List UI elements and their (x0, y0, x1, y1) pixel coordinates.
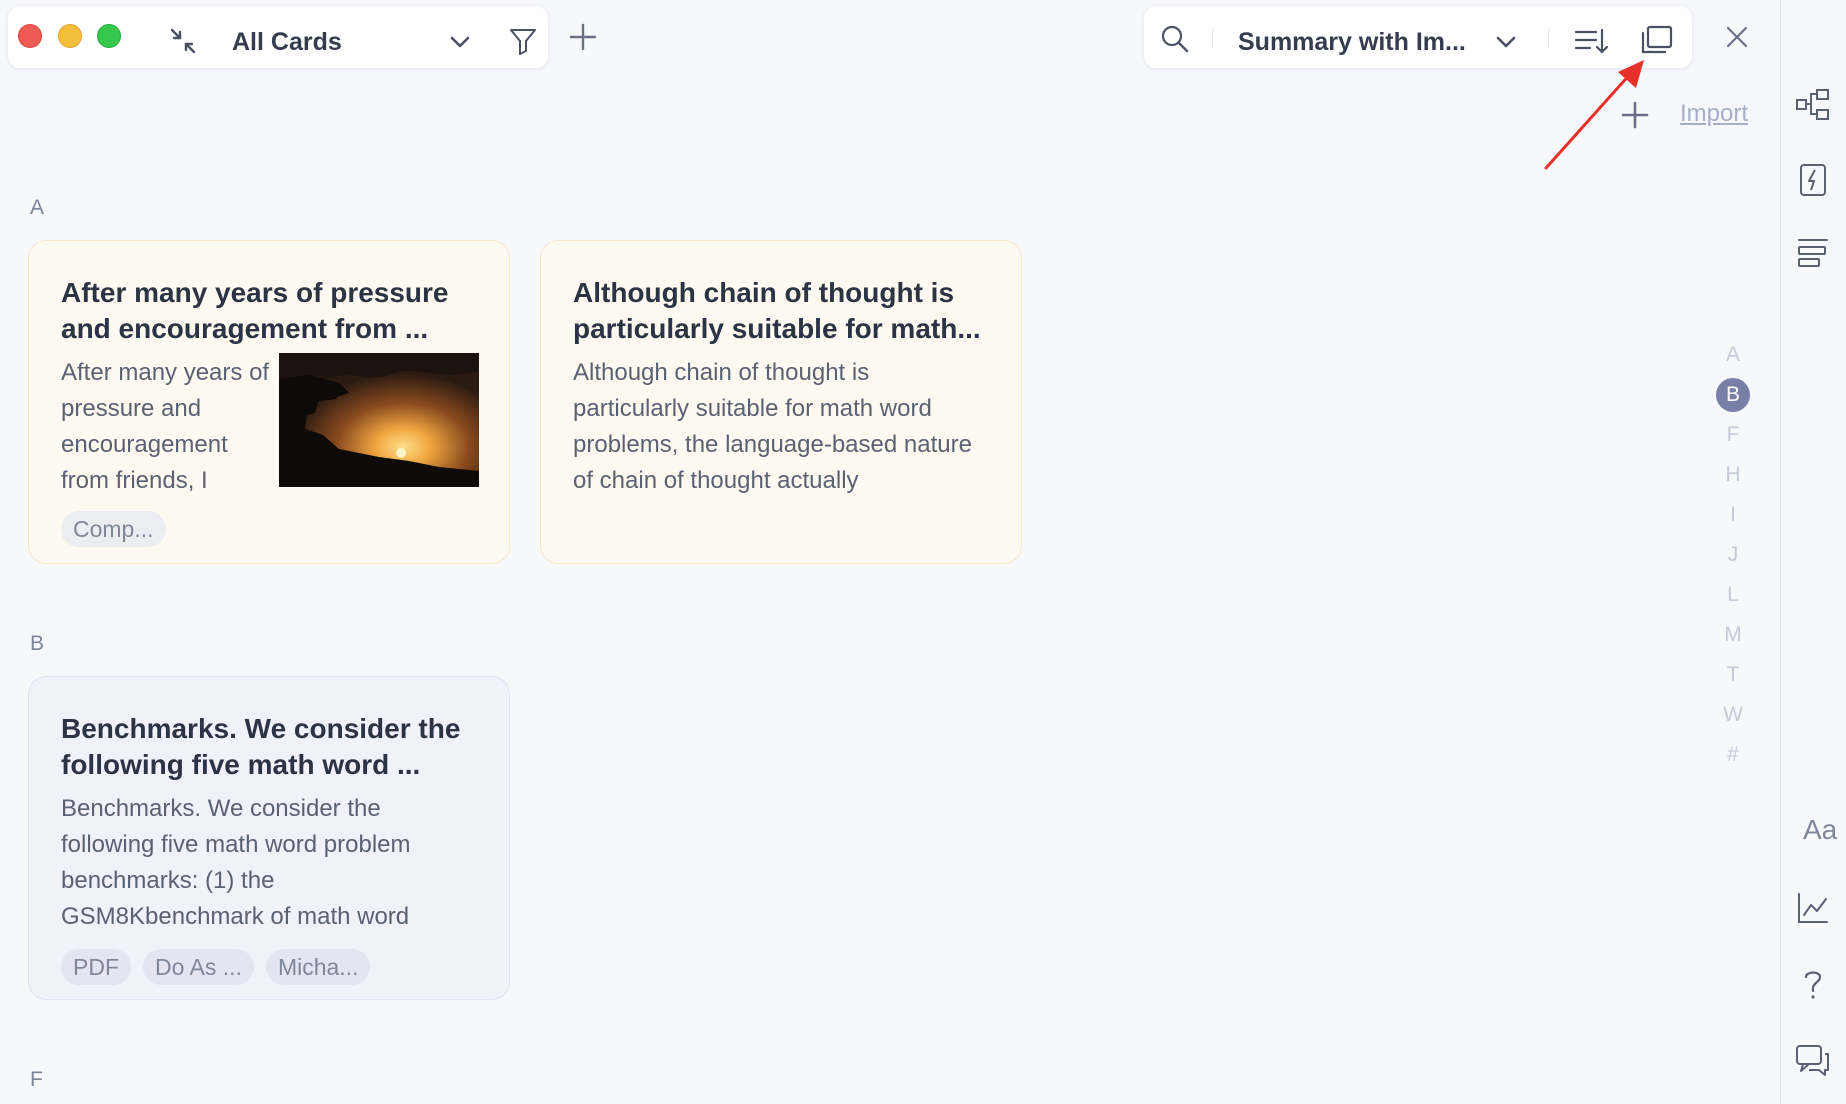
card-summary: Although chain of thought is particularl… (573, 359, 972, 494)
toolbar-divider (1212, 28, 1213, 48)
tag[interactable]: Comp... (61, 511, 166, 547)
tag-list: Comp... (61, 511, 166, 547)
font-settings-button[interactable]: Aa (1803, 814, 1837, 846)
toolbar-divider (1548, 28, 1549, 48)
chat-icon[interactable] (1795, 1042, 1831, 1078)
index-letter[interactable]: # (1716, 738, 1750, 772)
card-summary: After many years of pressure and encoura… (61, 359, 270, 494)
layout-title[interactable]: Summary with Im... (1238, 28, 1466, 57)
outline-icon[interactable] (1795, 236, 1831, 272)
card-title: Although chain of thought is particularl… (573, 277, 981, 344)
index-letter[interactable]: F (1716, 418, 1750, 452)
chevron-down-icon[interactable] (1494, 32, 1518, 52)
index-letter[interactable]: W (1716, 698, 1750, 732)
index-letter[interactable]: L (1716, 578, 1750, 612)
tag[interactable]: Do As ... (143, 949, 254, 985)
import-link[interactable]: Import (1680, 100, 1748, 128)
card-image (279, 353, 479, 487)
index-letter[interactable]: T (1716, 658, 1750, 692)
index-letter-active[interactable]: B (1716, 378, 1750, 412)
card[interactable]: Benchmarks. We consider the following fi… (28, 676, 510, 1000)
mindmap-icon[interactable] (1795, 86, 1831, 122)
section-header: F (30, 1068, 43, 1091)
annotation-arrow-icon (1544, 60, 1644, 170)
index-letter[interactable]: A (1716, 338, 1750, 372)
view-title[interactable]: All Cards (232, 28, 342, 57)
chart-icon[interactable] (1795, 890, 1831, 926)
tag[interactable]: PDF (61, 949, 131, 985)
right-sidebar: Aa (1780, 0, 1846, 1104)
card[interactable]: Although chain of thought is particularl… (540, 240, 1022, 564)
filter-icon[interactable] (508, 26, 538, 56)
index-letter[interactable]: H (1716, 458, 1750, 492)
tag[interactable]: Micha... (265, 949, 371, 985)
tag-list: PDF Do As ... Micha... (61, 949, 371, 985)
card-summary: Benchmarks. We consider the following fi… (61, 795, 411, 930)
close-icon[interactable] (1724, 24, 1750, 50)
window-zoom-button[interactable] (97, 24, 121, 48)
sort-icon[interactable] (1574, 26, 1608, 56)
card-title: Benchmarks. We consider the following fi… (61, 713, 461, 780)
section-header: A (30, 196, 45, 219)
chevron-down-icon[interactable] (448, 32, 472, 52)
section-header: B (30, 632, 45, 655)
help-icon[interactable] (1795, 966, 1831, 1002)
collapse-icon[interactable] (168, 26, 198, 56)
alphabet-index: A B F H I J L M T W # (1716, 338, 1756, 778)
search-icon[interactable] (1160, 24, 1190, 54)
window-minimize-button[interactable] (58, 24, 82, 48)
view-toolbar: All Cards (8, 6, 548, 68)
index-letter[interactable]: J (1716, 538, 1750, 572)
index-letter[interactable]: M (1716, 618, 1750, 652)
open-window-icon[interactable] (1640, 24, 1674, 56)
card-title: After many years of pressure and encoura… (61, 277, 449, 344)
flashcard-icon[interactable] (1795, 162, 1831, 198)
add-view-icon[interactable] (568, 22, 598, 52)
window-close-button[interactable] (18, 24, 42, 48)
card[interactable]: After many years of pressure and encoura… (28, 240, 510, 564)
index-letter[interactable]: I (1716, 498, 1750, 532)
